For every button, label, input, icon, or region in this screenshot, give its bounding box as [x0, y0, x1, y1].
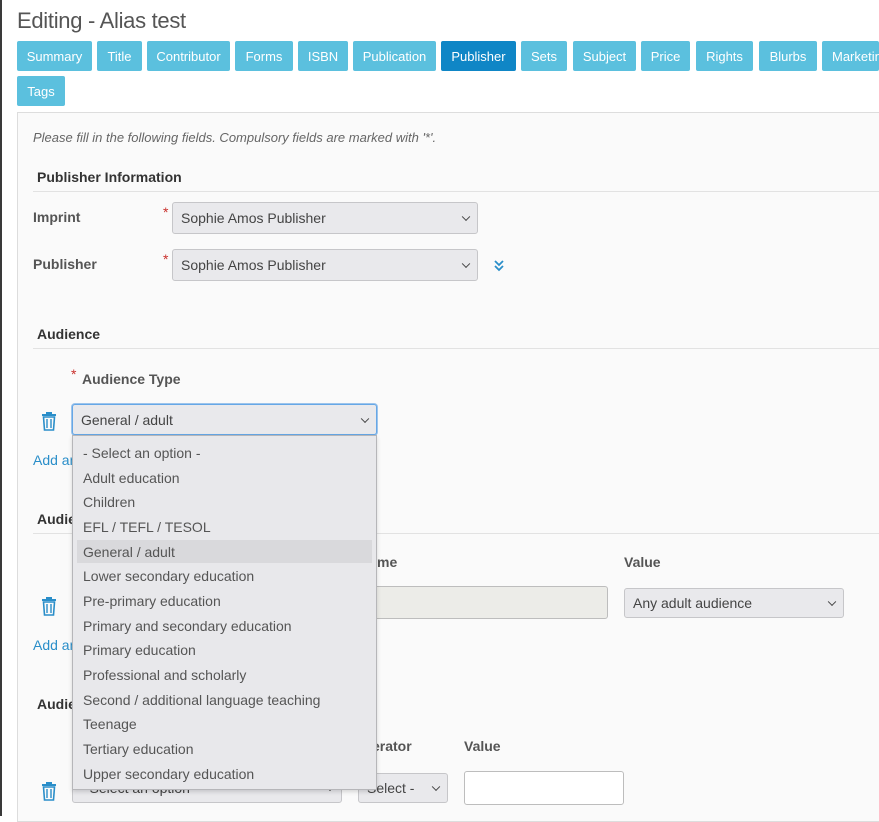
- audience-range-value-input[interactable]: [464, 771, 624, 805]
- trash-icon[interactable]: [40, 411, 58, 431]
- audience-code-value-select[interactable]: Any adult audience: [624, 588, 844, 618]
- publisher-select-value: Sophie Amos Publisher: [181, 257, 326, 273]
- tab-publication[interactable]: Publication: [353, 41, 436, 71]
- tab-sets[interactable]: Sets: [521, 41, 567, 71]
- audience-code-heading: Audie: [37, 511, 76, 527]
- audience-range-operator-label: erator: [372, 738, 412, 754]
- chevron-down-icon: [431, 782, 441, 792]
- dropdown-option[interactable]: Lower secondary education: [77, 564, 372, 587]
- tab-summary[interactable]: Summary: [17, 41, 92, 71]
- publisher-label: Publisher: [33, 256, 97, 272]
- dropdown-option[interactable]: Professional and scholarly: [77, 663, 372, 686]
- audience-code-value-text: Any adult audience: [633, 595, 753, 611]
- tab-publisher[interactable]: Publisher: [441, 41, 516, 71]
- audience-type-dropdown[interactable]: - Select an option - Adult education Chi…: [72, 435, 377, 790]
- audience-heading: Audience: [37, 326, 101, 342]
- dropdown-option[interactable]: Upper secondary education: [77, 762, 372, 785]
- tab-contributor[interactable]: Contributor: [147, 41, 230, 71]
- audience-code-name-label: me: [377, 554, 398, 570]
- dropdown-option[interactable]: Primary education: [77, 638, 372, 661]
- trash-icon[interactable]: [40, 781, 58, 801]
- dropdown-option[interactable]: Adult education: [77, 466, 372, 489]
- publisher-select[interactable]: Sophie Amos Publisher: [172, 249, 478, 281]
- dropdown-option[interactable]: Pre-primary education: [77, 589, 372, 612]
- add-audience-link[interactable]: Add an: [33, 452, 77, 468]
- tab-blurbs[interactable]: Blurbs: [759, 41, 817, 71]
- required-marker: *: [71, 366, 77, 382]
- chevron-down-icon: [360, 414, 370, 423]
- dropdown-option[interactable]: Teenage: [77, 712, 372, 735]
- divider: [33, 348, 879, 349]
- tab-tags[interactable]: Tags: [17, 76, 65, 106]
- double-chevron-down-icon[interactable]: [493, 258, 505, 272]
- tab-marketing[interactable]: Marketin: [822, 41, 879, 71]
- required-marker: *: [163, 204, 169, 220]
- imprint-select-value: Sophie Amos Publisher: [181, 210, 326, 226]
- dropdown-option-selected[interactable]: General / adult: [77, 540, 372, 563]
- audience-range-value-label: Value: [464, 738, 501, 754]
- publisher-info-heading: Publisher Information: [37, 169, 182, 185]
- audience-type-select-value: General / adult: [81, 411, 173, 428]
- dropdown-option[interactable]: Primary and secondary education: [77, 614, 372, 637]
- dropdown-option[interactable]: EFL / TEFL / TESOL: [77, 515, 372, 538]
- dropdown-option[interactable]: - Select an option -: [77, 441, 372, 464]
- tab-forms[interactable]: Forms: [235, 41, 293, 71]
- page-title: Editing - Alias test: [17, 8, 186, 33]
- tab-subject[interactable]: Subject: [573, 41, 636, 71]
- window-edge: [0, 0, 2, 816]
- divider: [33, 191, 879, 192]
- dropdown-option[interactable]: Tertiary education: [77, 737, 372, 760]
- add-audience-code-link[interactable]: Add an: [33, 637, 77, 653]
- required-marker: *: [163, 251, 169, 267]
- imprint-select[interactable]: Sophie Amos Publisher: [172, 202, 478, 234]
- dropdown-option[interactable]: Second / additional language teaching: [77, 688, 372, 711]
- audience-range-heading: Audie: [37, 696, 76, 712]
- tab-rights[interactable]: Rights: [696, 41, 753, 71]
- tab-price[interactable]: Price: [641, 41, 690, 71]
- chevron-down-icon: [461, 259, 471, 269]
- audience-type-select[interactable]: General / adult: [72, 404, 377, 435]
- imprint-label: Imprint: [33, 209, 81, 225]
- tab-isbn[interactable]: ISBN: [298, 41, 348, 71]
- chevron-down-icon: [461, 212, 471, 222]
- dropdown-option[interactable]: Children: [77, 490, 372, 513]
- chevron-down-icon: [827, 597, 837, 607]
- audience-type-label: Audience Type: [82, 371, 181, 387]
- trash-icon[interactable]: [40, 596, 58, 616]
- form-instructions: Please fill in the following fields. Com…: [33, 130, 437, 145]
- tab-title[interactable]: Title: [97, 41, 142, 71]
- audience-code-value-label: Value: [624, 554, 661, 570]
- audience-code-name-input: [360, 586, 608, 619]
